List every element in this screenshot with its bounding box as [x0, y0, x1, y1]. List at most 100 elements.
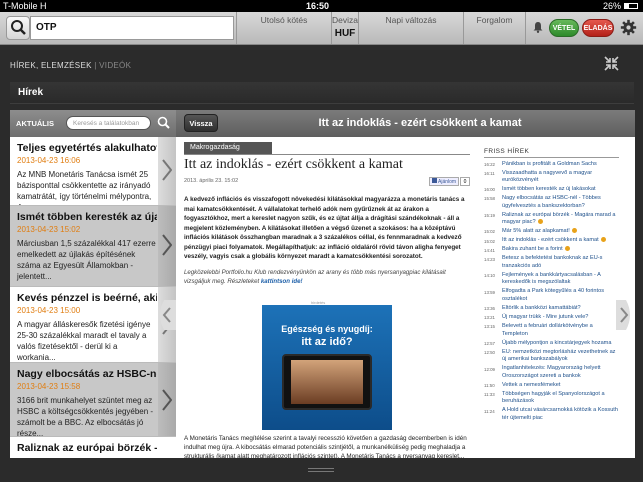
- latest-news-time: 12:09: [484, 366, 495, 372]
- gear-icon[interactable]: [620, 19, 637, 36]
- latest-news-time: 13:15: [484, 324, 495, 330]
- latest-news-time: 13:36: [484, 306, 495, 312]
- latest-news-time: 13:21: [484, 315, 495, 321]
- latest-news-text: Itt az indoklás - ezért csökkent a kamat: [502, 237, 599, 244]
- latest-news-time: 15:02: [484, 229, 495, 235]
- latest-news-time: 11:33: [484, 392, 495, 398]
- latest-news-item[interactable]: 16:00 Ismét többen keresték az új lakások…: [484, 186, 619, 195]
- list-item-title: Nagy elbocsátás az HSBC-nél...: [17, 368, 157, 380]
- list-item-title: Teljes egyetértés alakulhatott...: [17, 142, 157, 154]
- latest-news-text: Elfogadta a Park kötegyűlés a 40 forinto…: [502, 288, 604, 302]
- ad-subtitle: itt az idő?: [301, 336, 353, 348]
- latest-news-time: 16:00: [484, 187, 495, 193]
- volume-label: Forgalom: [476, 15, 513, 25]
- list-item-summary: 3166 brit munkahelyet szüntet meg az HSB…: [17, 396, 154, 437]
- latest-news-time: 14:41: [484, 247, 495, 253]
- battery-icon: [624, 3, 638, 9]
- buy-button[interactable]: VÉTEL: [549, 19, 579, 37]
- back-button[interactable]: Vissza: [184, 114, 218, 132]
- latest-news-item[interactable]: 15:02 Már 5% alatt az alapkamat!: [484, 228, 619, 237]
- latest-news-text: Többségen hagyják el Spanyolországot a b…: [502, 390, 605, 405]
- latest-news-item[interactable]: 15:19 Raliznak az európai börzék - Magára…: [484, 211, 619, 228]
- list-item-date: 2013-04-23 15:00: [17, 306, 81, 315]
- daily-change-column: Napi változás: [358, 12, 463, 44]
- list-item-title: Kevés pénzzel is beérné, aki...: [17, 292, 157, 304]
- symbol-search-field[interactable]: OTP: [30, 16, 234, 40]
- daily-change-label: Napi változás: [385, 15, 437, 25]
- search-button[interactable]: [6, 16, 30, 40]
- latest-news-text: Ismét többen keresték az új lakásokat: [502, 186, 596, 193]
- sell-button[interactable]: ELADÁS: [582, 19, 614, 37]
- latest-news-text: Nagy elbocsátás az HSBC-nél - Többes ügy…: [502, 195, 601, 209]
- search-icon[interactable]: [156, 115, 171, 130]
- latest-news-item[interactable]: 15:58 Nagy elbocsátás az HSBC-nél - Többe…: [484, 195, 619, 212]
- section-title: Hírek: [10, 82, 634, 104]
- list-item[interactable]: Kevés pénzzel is beérné, aki... 2013-04-…: [10, 287, 176, 363]
- list-item-summary: Márciusban 1,5 százalékkal 417 ezerre em…: [17, 239, 156, 281]
- latest-news-item[interactable]: 13:36 Eltörlik a bankközi kamattábiát?: [484, 304, 619, 313]
- article-bar-title: Itt az indoklás - ezért csökkent a kamat: [318, 117, 522, 129]
- signal-carrier: T-Mobile H: [3, 1, 47, 11]
- latest-news-time: 16:11: [484, 170, 495, 176]
- list-item[interactable]: Teljes egyetértés alakulhatott... 2013-0…: [10, 137, 176, 206]
- latest-news-item[interactable]: 12:57 Újabb mélypontjon a kincstárjegyek …: [484, 339, 619, 348]
- latest-news-item[interactable]: 13:15 Belevett a februári dollárkötvénybe…: [484, 323, 619, 340]
- currency-value: HUF: [334, 28, 356, 39]
- latest-news-item[interactable]: 13:59 Elfogadta a Park kötegyűlés a 40 fo…: [484, 288, 619, 305]
- next-article-arrow[interactable]: [616, 300, 634, 330]
- latest-news-time: 16:22: [484, 161, 495, 167]
- list-item[interactable]: Ismét többen keresték az újab... 2013-04…: [10, 206, 176, 287]
- latest-news-text: Belevett a februári dollárkötvénybe a Te…: [502, 323, 593, 337]
- latest-news-time: 14:10: [484, 273, 495, 279]
- latest-news-item[interactable]: 11:24 A Hold utcai vásárcsarnokká kötözik…: [484, 407, 619, 424]
- collapse-icon[interactable]: [603, 55, 620, 72]
- latest-news-item[interactable]: 16:22 Pánikban is profitált a Goldman Sac…: [484, 160, 619, 169]
- currency-label: Deviza: [332, 15, 358, 25]
- latest-news-item[interactable]: 11:50 Vettek a nemesfémeket: [484, 381, 619, 390]
- latest-news-item[interactable]: 16:11 Visszaadhatta a nagyvevő a magyar e…: [484, 169, 619, 186]
- chevron-right-icon: [158, 363, 176, 436]
- latest-news-item[interactable]: 11:33 Többségen hagyják el Spanyolországo…: [484, 390, 619, 407]
- latest-news-time: 15:19: [484, 212, 495, 218]
- list-item-summary: Az MNB Monetáris Tanácsa ismét 25 bázisp…: [17, 170, 152, 205]
- latest-news-text: Újabb mélypontjon a kincstárjegyek hozam…: [502, 339, 612, 346]
- tablet-screen-image: [291, 360, 363, 404]
- list-search-input[interactable]: Keresés a találatokban: [66, 116, 151, 130]
- list-item-date: 2013-04-23 16:06: [17, 156, 81, 165]
- recommend-label: Ajánlom: [438, 179, 457, 185]
- list-item-date: 2013-04-23 15:58: [17, 382, 81, 391]
- list-item[interactable]: Nagy elbocsátás az HSBC-nél... 2013-04-2…: [10, 363, 176, 437]
- tab-current[interactable]: AKTUÁLIS: [10, 110, 60, 137]
- latest-news-item[interactable]: 14:23 Betesz a befektetési bankoknak az E…: [484, 255, 619, 272]
- latest-news-time: 15:02: [484, 238, 495, 244]
- top-toolbar: OTP Utolsó kötés Deviza HUF Napi változá…: [0, 12, 643, 45]
- breadcrumb-separator: |: [94, 61, 97, 70]
- tab-videos[interactable]: VIDEÓK: [99, 61, 131, 70]
- previous-article-arrow[interactable]: [156, 300, 176, 330]
- currency-column: Deviza HUF: [331, 12, 358, 44]
- latest-news-item[interactable]: 13:21 Új magyar trükk - Mire jutunk vele?: [484, 314, 619, 323]
- latest-news-item[interactable]: 12:50 EU: nemzetközi megtorlásház vezethe…: [484, 348, 619, 365]
- latest-news-text: Raliznak az európai börzék - Magára mara…: [502, 211, 616, 226]
- latest-news-time: 11:24: [484, 408, 495, 414]
- latest-news-text: EU: nemzetközi megtorlásház vezethetnek …: [502, 348, 616, 363]
- article-date: 2013. április 23. 15:02: [184, 178, 239, 184]
- list-item[interactable]: Raliznak az európai börzék - M...: [10, 437, 176, 458]
- latest-news-text: Fejlemények a bankkártyacsalásban - A ke…: [502, 271, 601, 286]
- promo-link[interactable]: kattintson ide!: [261, 278, 303, 285]
- latest-news-text: Új magyar trükk - Mire jutunk vele?: [502, 314, 589, 321]
- bell-icon[interactable]: [532, 21, 544, 33]
- latest-news-item[interactable]: 14:41 Bakira zuhant be a forint: [484, 246, 619, 255]
- article-promo: Legközelebbi Portfolio.hu Klub rendezvén…: [184, 268, 470, 286]
- latest-news-time: 13:59: [484, 289, 495, 295]
- latest-news-text: Betesz a befektetési bankoknak az EU-s t…: [502, 255, 603, 269]
- drag-handle-icon[interactable]: [306, 467, 336, 473]
- latest-news-time: 12:50: [484, 350, 495, 356]
- latest-news-item[interactable]: 15:02 Itt az indoklás - ezért csökkent a …: [484, 237, 619, 246]
- facebook-recommend-button[interactable]: Ajánlom: [429, 177, 459, 186]
- latest-news-item[interactable]: 14:10 Fejlemények a bankkártyacsalásban -…: [484, 271, 619, 288]
- tab-news-analysis[interactable]: HÍREK, ELEMZÉSEK: [10, 61, 92, 70]
- list-item-title: Raliznak az európai börzék - M...: [17, 442, 157, 454]
- recommend-count: 0: [460, 177, 470, 186]
- latest-news-item[interactable]: 12:09 Ingatlanhitelezés: Magyarország hel…: [484, 365, 619, 382]
